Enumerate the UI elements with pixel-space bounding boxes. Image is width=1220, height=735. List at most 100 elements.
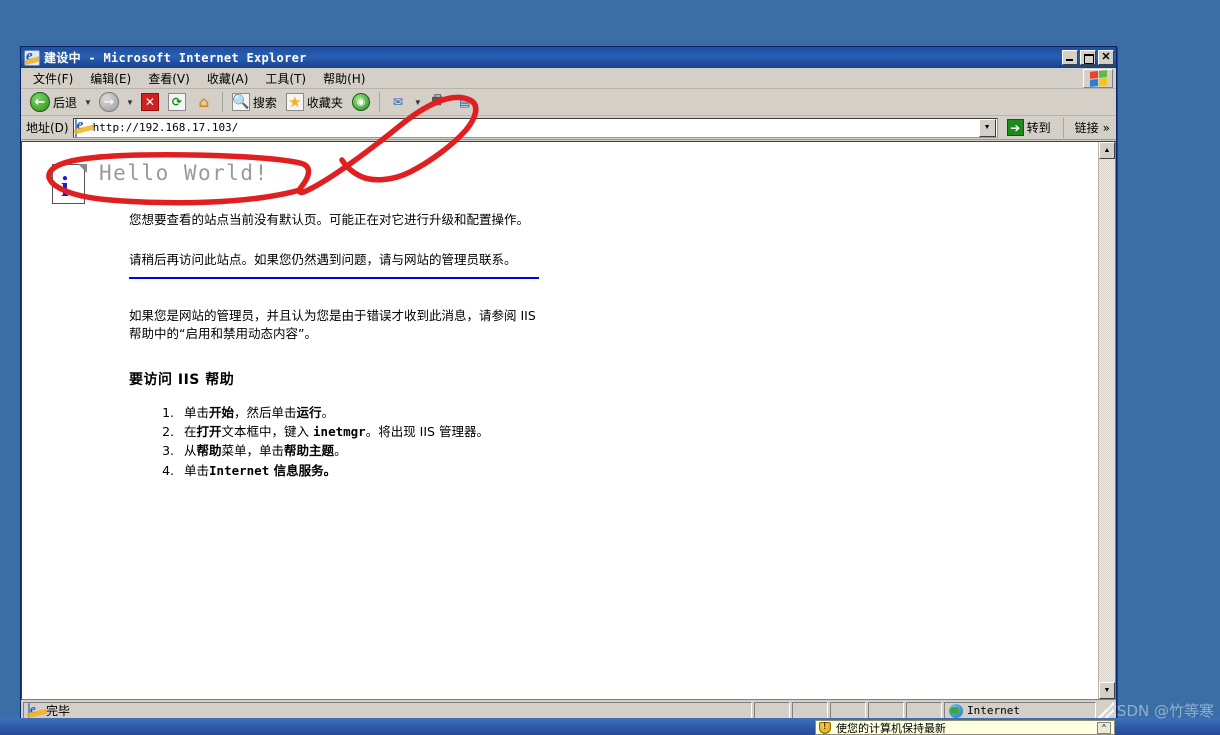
window-title: 建设中 - Microsoft Internet Explorer — [44, 51, 307, 65]
address-dropdown-button[interactable]: ▼ — [978, 118, 996, 137]
search-button[interactable]: 🔍 搜索 — [228, 91, 281, 114]
information-page-icon: i — [52, 164, 87, 206]
back-label: 后退 — [53, 95, 78, 110]
status-pane-5 — [906, 701, 942, 720]
list-item: 单击Internet 信息服务。 — [178, 461, 1098, 480]
page-divider — [129, 277, 539, 280]
favorites-button[interactable]: ★ 收藏夹 — [282, 91, 347, 114]
address-bar: 地址(D) ▼ ➔ 转到 链接 » — [21, 116, 1116, 140]
toolbar: ← 后退 ▼ → ▼ ✕ ⟳ ⌂ 🔍 搜索 ★ 收藏夹 ◉ ✉ ▼ 🖶 ▤ — [21, 89, 1116, 116]
back-dropdown-icon[interactable]: ▼ — [82, 98, 94, 107]
mail-icon: ✉ — [392, 95, 403, 109]
search-icon: 🔍 — [231, 93, 250, 111]
menu-tools[interactable]: 工具(T) — [257, 68, 315, 89]
info-i-glyph: i — [61, 172, 69, 203]
print-button[interactable]: 🖶 — [425, 91, 451, 114]
browser-content-area: i Hello World! 您想要查看的站点当前没有默认页。可能正在对它进行升… — [21, 141, 1116, 700]
step4-mono: Internet — [209, 462, 270, 478]
menu-view[interactable]: 查看(V) — [140, 68, 199, 89]
page-paragraph-1: 您想要查看的站点当前没有默认页。可能正在对它进行升级和配置操作。 — [129, 212, 530, 227]
windows-update-balloon[interactable]: 使您的计算机保持最新 ^ — [815, 720, 1115, 735]
scrollbar-track[interactable] — [1099, 159, 1115, 682]
maximize-button[interactable] — [1080, 50, 1096, 65]
step2-suffix: 。将出现 IIS 管理器。 — [365, 423, 489, 439]
balloon-message: 使您的计算机保持最新 — [836, 721, 946, 735]
status-ie-icon — [28, 702, 42, 719]
minimize-button[interactable] — [1062, 50, 1078, 65]
security-zone-label: Internet — [967, 704, 1020, 717]
back-arrow-icon: ← — [30, 92, 50, 112]
list-item: 从帮助菜单，单击帮助主题。 — [178, 441, 1098, 460]
page-favicon-icon — [74, 119, 90, 138]
page-subheading: 要访问 IIS 帮助 — [129, 371, 235, 388]
step1-bold1: 开始 — [209, 404, 235, 420]
star-icon: ★ — [285, 93, 304, 111]
balloon-collapse-button[interactable]: ^ — [1097, 721, 1111, 734]
page-title: Hello World! — [99, 161, 269, 185]
address-separator — [1062, 117, 1064, 138]
steps-list: 单击开始，然后单击运行。 在打开文本框中，键入 inetmgr。将出现 IIS … — [156, 403, 1098, 481]
step3-mid: 菜单，单击 — [221, 443, 285, 459]
media-button[interactable]: ◉ — [348, 91, 374, 114]
page-paragraph-3-line2: 帮助中的“启用和禁用动态内容”。 — [129, 326, 317, 342]
step3-bold1: 帮助 — [196, 443, 222, 459]
page-paragraph-3-line1: 如果您是网站的管理员，并且认为您是由于错误才收到此消息，请参阅 IIS — [129, 308, 536, 324]
edit-button[interactable]: ▤ — [452, 91, 478, 114]
menu-bar: 文件(F) 编辑(E) 查看(V) 收藏(A) 工具(T) 帮助(H) — [21, 68, 1116, 89]
stop-icon: ✕ — [140, 93, 159, 111]
search-label: 搜索 — [252, 95, 277, 110]
step3-suffix: 。 — [334, 443, 347, 459]
close-button[interactable]: ✕ — [1098, 50, 1114, 65]
step2-prefix: 在 — [184, 423, 197, 439]
scroll-down-button[interactable]: ▼ — [1099, 682, 1115, 699]
list-item: 单击开始，然后单击运行。 — [178, 403, 1098, 422]
step2-mid: 文本框中，键入 — [221, 423, 314, 439]
go-label: 转到 — [1026, 121, 1051, 135]
stop-button[interactable]: ✕ — [137, 91, 163, 114]
step3-prefix: 从 — [184, 443, 197, 459]
links-label: 链接 — [1074, 121, 1099, 135]
step3-bold2: 帮助主题 — [284, 443, 335, 459]
menu-edit[interactable]: 编辑(E) — [82, 68, 140, 89]
menu-help[interactable]: 帮助(H) — [315, 68, 374, 89]
links-button[interactable]: 链接 » — [1071, 119, 1114, 136]
links-chevron-icon: » — [1102, 120, 1110, 135]
desktop: 建设中 - Microsoft Internet Explorer ✕ 文件(F… — [0, 0, 1220, 735]
go-arrow-icon: ➔ — [1006, 119, 1024, 136]
address-input[interactable] — [92, 121, 976, 134]
mail-button[interactable]: ✉ — [385, 91, 411, 114]
title-bar[interactable]: 建设中 - Microsoft Internet Explorer ✕ — [21, 47, 1116, 68]
page-header-row: i Hello World! — [52, 156, 1098, 206]
security-zone-pane[interactable]: Internet — [944, 701, 1096, 720]
step1-mid: ，然后单击 — [234, 404, 297, 420]
go-button[interactable]: ➔ 转到 — [1002, 117, 1056, 139]
refresh-button[interactable]: ⟳ — [164, 91, 190, 114]
vertical-scrollbar[interactable]: ▲ ▼ — [1098, 142, 1115, 699]
home-icon: ⌂ — [198, 93, 210, 111]
favorites-label: 收藏夹 — [306, 95, 343, 110]
ie-app-icon — [24, 49, 40, 66]
watermark-text: CSDN @竹等寒 — [1106, 702, 1214, 720]
windows-logo-icon — [1083, 68, 1113, 88]
media-icon: ◉ — [351, 93, 370, 111]
forward-button[interactable]: → — [95, 91, 123, 114]
menu-favorites[interactable]: 收藏(A) — [199, 68, 258, 89]
step2-mono: inetmgr — [313, 423, 366, 439]
window-controls: ✕ — [1062, 50, 1114, 65]
step4-suffix: 信息服务。 — [269, 462, 337, 478]
mail-dropdown-icon[interactable]: ▼ — [412, 98, 424, 107]
back-button[interactable]: ← 后退 — [26, 91, 81, 114]
print-icon: 🖶 — [431, 93, 444, 108]
home-button[interactable]: ⌂ — [191, 91, 217, 114]
status-pane-1 — [754, 701, 790, 720]
address-input-wrapper[interactable]: ▼ — [72, 117, 998, 138]
step1-bold2: 运行 — [296, 404, 322, 420]
menu-file[interactable]: 文件(F) — [25, 68, 82, 89]
scroll-up-button[interactable]: ▲ — [1099, 142, 1115, 159]
status-pane-2 — [792, 701, 828, 720]
forward-dropdown-icon[interactable]: ▼ — [124, 98, 136, 107]
toolbar-separator-1 — [221, 92, 223, 112]
forward-arrow-icon: → — [98, 92, 119, 112]
step1-prefix: 单击 — [184, 404, 210, 420]
status-pane-3 — [830, 701, 866, 720]
